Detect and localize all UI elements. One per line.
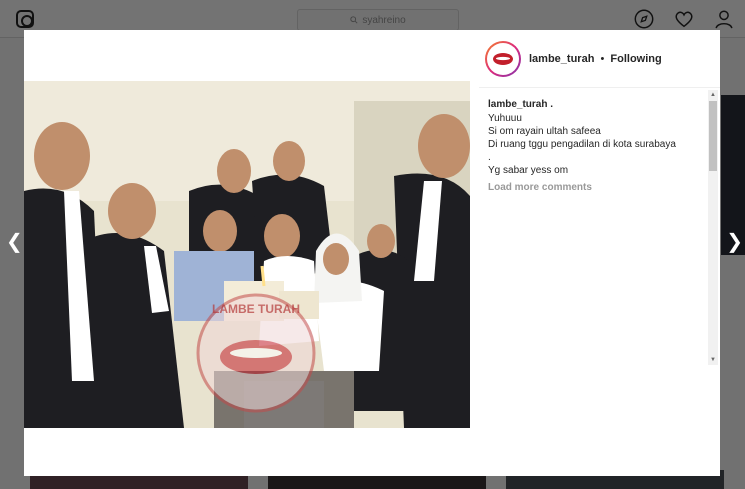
caption-line: . [488,152,491,163]
load-more-comments-link[interactable]: Load more comments [488,181,708,194]
group-photo-image: LAMBE TURAH [24,81,470,428]
scroll-down-arrow-icon[interactable]: ▼ [709,356,717,364]
avatar[interactable] [485,40,521,77]
post-header: lambe_turah • Following [479,30,720,88]
watermark-text: LAMBE TURAH [212,302,300,316]
caption-line: Yg sabar yess om [488,165,569,176]
caption-section: lambe_turah . Yuhuuu Si om rayain ultah … [488,98,708,194]
lips-logo-icon [493,52,513,65]
follow-status-button[interactable]: Following [610,53,661,65]
caption-line: Yuhuuu [488,113,522,124]
scrollbar-thumb[interactable] [709,101,717,171]
post-photo[interactable]: LAMBE TURAH [24,81,470,428]
next-post-arrow-icon[interactable]: ❯ [726,232,743,252]
caption-username[interactable]: lambe_turah . [488,98,708,111]
post-username[interactable]: lambe_turah [529,53,594,65]
comments-scrollbar[interactable]: ▲ ▼ [708,90,718,365]
separator-dot: • [600,52,605,65]
post-sidebar: lambe_turah • Following lambe_turah . Yu… [479,30,720,476]
caption-line: Di ruang tggu pengadilan di kota surabay… [488,139,676,150]
post-modal: LAMBE TURAH lambe_turah • Following lamb… [24,30,720,476]
scroll-up-arrow-icon[interactable]: ▲ [709,91,717,99]
previous-post-arrow-icon[interactable]: ❮ [6,232,23,252]
caption-line: Si om rayain ultah safeea [488,126,601,137]
post-media: LAMBE TURAH [24,30,472,476]
